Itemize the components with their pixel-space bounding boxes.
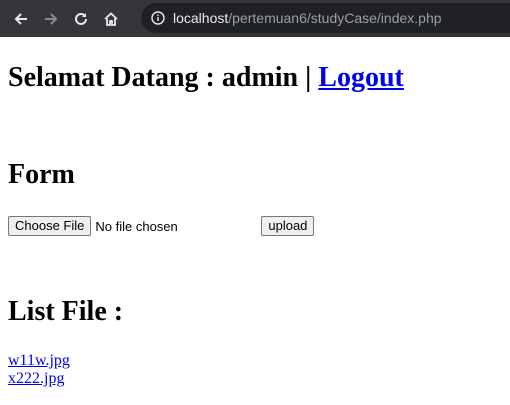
forward-button[interactable] <box>36 0 66 37</box>
file-status: No file chosen <box>95 218 178 234</box>
home-button[interactable] <box>96 0 126 37</box>
browser-toolbar: localhost/pertemuan6/studyCase/index.php <box>0 0 510 37</box>
file-link[interactable]: x222.jpg <box>8 370 70 388</box>
welcome-text: Selamat Datang : admin | <box>8 62 319 93</box>
choose-file-button[interactable]: Choose File <box>8 216 92 236</box>
url-path: /pertemuan6/studyCase/index.php <box>228 10 442 26</box>
back-button[interactable] <box>6 0 36 37</box>
logout-link[interactable]: Logout <box>318 62 404 93</box>
form-title: Form <box>8 159 75 190</box>
reload-button[interactable] <box>66 0 96 37</box>
upload-form: Choose File No file chosen upload <box>8 216 315 236</box>
list-title: List File : <box>8 296 124 327</box>
back-arrow-icon <box>14 12 27 25</box>
forward-arrow-icon <box>45 12 58 25</box>
upload-button[interactable]: upload <box>261 216 315 236</box>
address-bar[interactable]: localhost/pertemuan6/studyCase/index.php <box>141 3 510 33</box>
file-link[interactable]: w11w.jpg <box>8 352 70 370</box>
file-list: w11w.jpg x222.jpg <box>8 352 70 388</box>
home-icon <box>104 11 118 26</box>
url-host: localhost <box>173 10 229 26</box>
reload-icon <box>75 12 87 25</box>
info-icon[interactable] <box>151 11 165 25</box>
welcome-heading: Selamat Datang : admin | Logout <box>8 60 404 96</box>
